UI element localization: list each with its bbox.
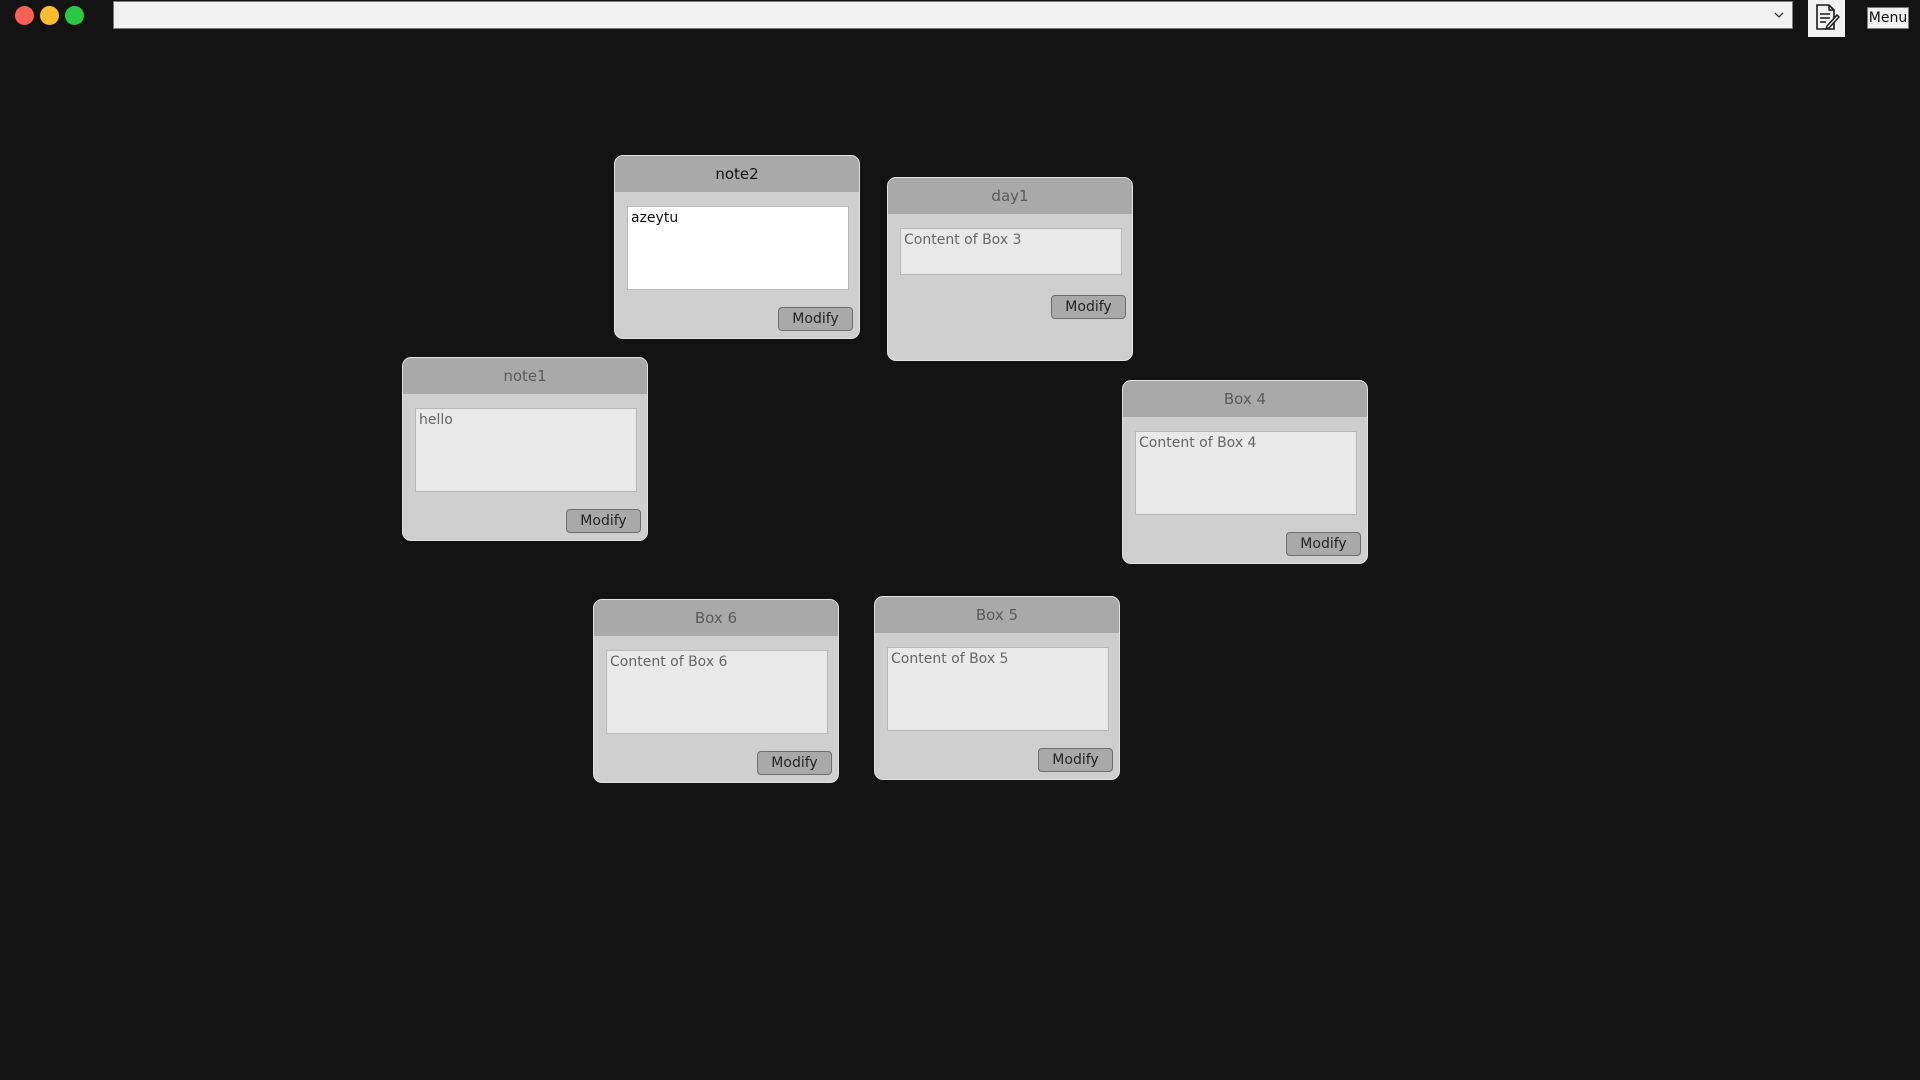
note-box-content[interactable]: azeytu <box>627 206 849 290</box>
modify-button[interactable]: Modify <box>1038 748 1113 772</box>
window-minimize-button[interactable] <box>40 6 59 25</box>
menu-button[interactable]: Menu <box>1867 7 1909 29</box>
top-toolbar: Menu <box>0 0 1920 40</box>
note-box[interactable]: note1 hello Modify <box>402 357 648 541</box>
window-close-button[interactable] <box>15 6 34 25</box>
note-box-content[interactable]: Content of Box 5 <box>887 647 1109 731</box>
document-edit-icon <box>1814 3 1840 35</box>
note-box-title[interactable]: Box 4 <box>1123 381 1367 417</box>
edit-notes-button[interactable] <box>1808 0 1845 37</box>
note-box[interactable]: day1 Content of Box 3 Modify <box>887 177 1133 361</box>
note-box[interactable]: Box 5 Content of Box 5 Modify <box>874 596 1120 780</box>
note-box-content[interactable]: hello <box>415 408 637 492</box>
note-box-title[interactable]: day1 <box>888 178 1132 214</box>
note-box[interactable]: Box 6 Content of Box 6 Modify <box>593 599 839 783</box>
note-box-title[interactable]: note2 <box>615 156 859 192</box>
note-box-content[interactable]: Content of Box 4 <box>1135 431 1357 515</box>
note-box-title[interactable]: note1 <box>403 358 647 394</box>
modify-button[interactable]: Modify <box>778 307 853 331</box>
note-box[interactable]: Box 4 Content of Box 4 Modify <box>1122 380 1368 564</box>
note-box[interactable]: note2 azeytu Modify <box>614 155 860 339</box>
window-maximize-button[interactable] <box>65 6 84 25</box>
note-box-title[interactable]: Box 5 <box>875 597 1119 633</box>
modify-button[interactable]: Modify <box>757 751 832 775</box>
modify-button[interactable]: Modify <box>566 509 641 533</box>
note-box-content[interactable]: Content of Box 6 <box>606 650 828 734</box>
note-box-content[interactable]: Content of Box 3 <box>900 228 1122 275</box>
chevron-down-icon <box>1774 5 1784 25</box>
modify-button[interactable]: Modify <box>1286 532 1361 556</box>
note-box-title[interactable]: Box 6 <box>594 600 838 636</box>
modify-button[interactable]: Modify <box>1051 295 1126 319</box>
note-selector-dropdown[interactable] <box>113 1 1793 29</box>
